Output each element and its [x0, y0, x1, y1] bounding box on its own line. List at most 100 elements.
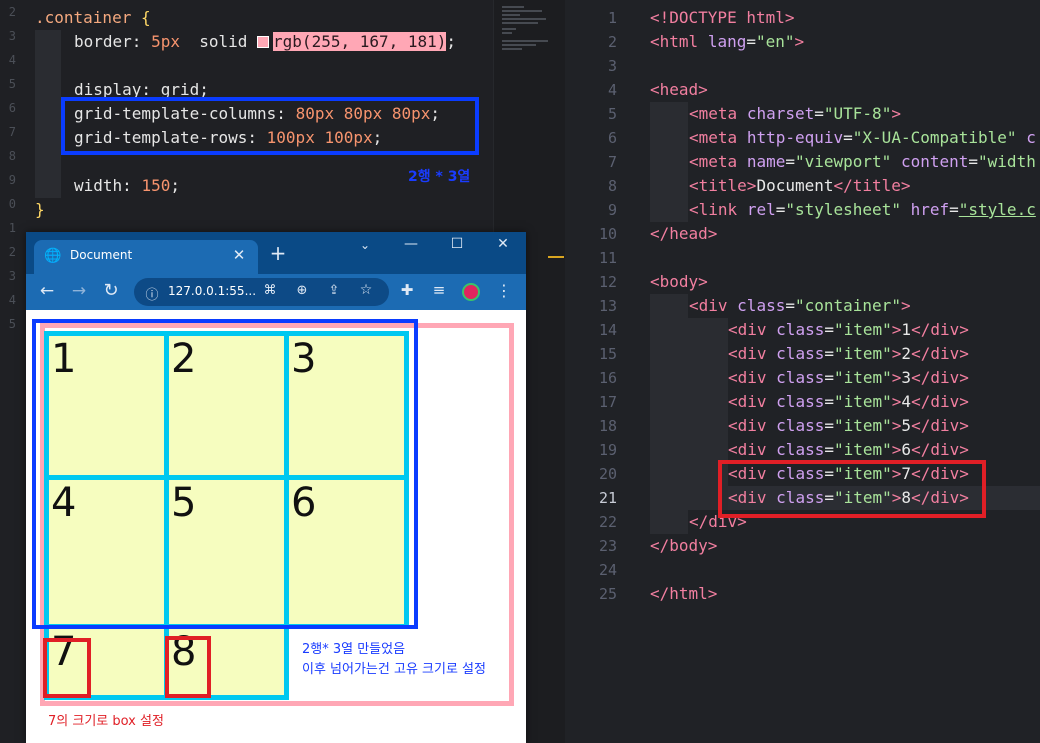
reload-icon[interactable]: ↻: [102, 280, 120, 301]
line-number: 12: [598, 273, 617, 291]
tab-title: Document: [70, 248, 133, 262]
border-num: 5px: [151, 32, 180, 51]
code-line-2: <html lang="en">: [650, 32, 805, 51]
indent-guide: [650, 294, 688, 534]
zoom-icon[interactable]: ⊕: [294, 283, 310, 298]
annotation-box-items-7-8: [718, 460, 986, 518]
code-line-14: <div class="item">1</div>: [728, 320, 969, 339]
line-number: 20: [598, 465, 617, 483]
code-line-17: <div class="item">4</div>: [728, 392, 969, 411]
browser-window[interactable]: 🌐 Document ✕ + ⌄ — ☐ ✕ ← → ↻ ⓘ 127.0.0.1…: [26, 232, 526, 743]
line-number: 2: [607, 33, 617, 51]
browser-tab[interactable]: 🌐 Document ✕: [34, 240, 258, 274]
note-line-1: 2행* 3열 만들었음: [302, 642, 406, 657]
line-number: 1: [607, 9, 617, 27]
code-line-4: <head>: [650, 80, 708, 99]
line-number: 7: [607, 153, 617, 171]
annotation-box-grid-template: [61, 97, 479, 155]
border-color-value: rgb(255, 167, 181): [273, 32, 447, 51]
browser-toolbar: ← → ↻ ⓘ 127.0.0.1:55... ⌘ ⊕ ⇪ ☆ ✚ ≡ ⋮: [26, 274, 526, 310]
tab-close-icon[interactable]: ✕: [230, 246, 248, 264]
line-number: 24: [598, 561, 617, 579]
css-line-border: border: 5px solid rgb(255, 167, 181);: [74, 30, 456, 54]
info-icon[interactable]: ⓘ: [144, 284, 160, 303]
annotation-box-item-8: [165, 636, 211, 698]
line-number: 13: [598, 297, 617, 315]
line-number: 25: [598, 585, 617, 603]
css-open-brace: {: [131, 8, 151, 27]
annotation-note-grid: 2행* 3열 만들었음 이후 넘어가는건 고유 크기로 설정: [302, 640, 486, 680]
html-editor-pane[interactable]: 1 2 3 4 5 6 7 8 9 10 11 12 13 14 15 16 17 18 19 20 21 22 23 24 2…: [565, 0, 1040, 743]
code-line-13: <div class="container">: [689, 296, 911, 315]
annotation-box-item-7: [43, 638, 91, 698]
css-line-close: }: [35, 198, 45, 222]
code-line-7: <meta name="viewport" content="width: [689, 152, 1036, 171]
code-line-6: <meta http-equiv="X-UA-Compatible" c: [689, 128, 1036, 147]
profile-avatar[interactable]: [462, 283, 480, 301]
forward-arrow-icon[interactable]: →: [70, 281, 88, 301]
line-number: 17: [598, 393, 617, 411]
annotation-box-grid-2x3: [32, 319, 418, 629]
width-value: 150: [141, 176, 171, 195]
width-semicolon: ;: [170, 176, 180, 195]
line-number: 16: [598, 369, 617, 387]
color-swatch-icon[interactable]: [257, 36, 270, 48]
browser-tab-bar: 🌐 Document ✕ + ⌄ — ☐ ✕: [26, 232, 526, 274]
line-number: 10: [598, 225, 617, 243]
globe-icon: 🌐: [44, 248, 62, 264]
border-style: solid: [179, 32, 258, 51]
code-line-12: <body>: [650, 272, 708, 291]
line-number: 21: [598, 489, 617, 507]
line-number: 23: [598, 537, 617, 555]
chevron-down-icon[interactable]: ⌄: [356, 238, 374, 252]
code-line-1: <!DOCTYPE html>: [650, 8, 795, 27]
split-marker: [548, 256, 564, 258]
maximize-icon[interactable]: ☐: [448, 236, 466, 252]
share-icon[interactable]: ⇪: [326, 283, 342, 298]
line-number: 14: [598, 321, 617, 339]
code-line-16: <div class="item">3</div>: [728, 368, 969, 387]
border-semicolon: ;: [446, 32, 457, 51]
annotation-note-2x3: 2행 * 3열: [408, 169, 471, 185]
annotation-note-box: 7의 크기로 box 설정: [48, 714, 164, 729]
code-line-10: </head>: [650, 224, 718, 243]
width-prop: width:: [74, 176, 142, 195]
line-number: 18: [598, 417, 617, 435]
back-arrow-icon[interactable]: ←: [38, 281, 56, 301]
minimize-icon[interactable]: —: [402, 236, 420, 252]
code-line-18: <div class="item">5</div>: [728, 416, 969, 435]
page-viewport: 1 2 3 4 5 6 7 8 2행* 3열 만들었음 이후 넘어가는건 고유 …: [26, 310, 526, 743]
media-control-icon[interactable]: ≡: [430, 281, 448, 299]
line-number: 11: [598, 249, 617, 267]
line-number: 6: [607, 129, 617, 147]
code-line-15: <div class="item">2</div>: [728, 344, 969, 363]
code-line-9: <link rel="stylesheet" href="style.c: [689, 200, 1036, 219]
line-number: 19: [598, 441, 617, 459]
line-number: 4: [607, 81, 617, 99]
bookmark-star-icon[interactable]: ☆: [358, 282, 374, 298]
css-selector: .container: [35, 8, 132, 27]
code-line-5: <meta charset="UTF-8">: [689, 104, 901, 123]
line-number: 9: [607, 201, 617, 219]
indent-guide: [35, 30, 61, 198]
border-prop: border:: [74, 32, 152, 51]
address-bar[interactable]: ⓘ 127.0.0.1:55... ⌘ ⊕ ⇪ ☆: [134, 278, 389, 306]
note-line-2: 이후 넘어가는건 고유 크기로 설정: [302, 662, 486, 677]
code-line-25: </html>: [650, 584, 718, 603]
menu-kebab-icon[interactable]: ⋮: [496, 281, 512, 300]
css-line-selector: .container {: [35, 6, 151, 30]
css-close-brace: }: [35, 200, 45, 219]
css-line-width: width: 150;: [74, 174, 180, 198]
translate-icon[interactable]: ⌘: [262, 283, 278, 298]
window-close-icon[interactable]: ✕: [494, 236, 512, 252]
code-line-19: <div class="item">6</div>: [728, 440, 969, 459]
code-line-8: <title>Document</title>: [689, 176, 911, 195]
line-number: 15: [598, 345, 617, 363]
css-line-gutter: 23456789012345: [8, 5, 16, 331]
extensions-icon[interactable]: ✚: [398, 281, 416, 299]
line-number: 3: [607, 57, 617, 75]
indent-guide: [650, 102, 688, 222]
new-tab-button[interactable]: +: [268, 242, 288, 264]
line-number: 5: [607, 105, 617, 123]
url-text[interactable]: 127.0.0.1:55...: [168, 284, 256, 298]
